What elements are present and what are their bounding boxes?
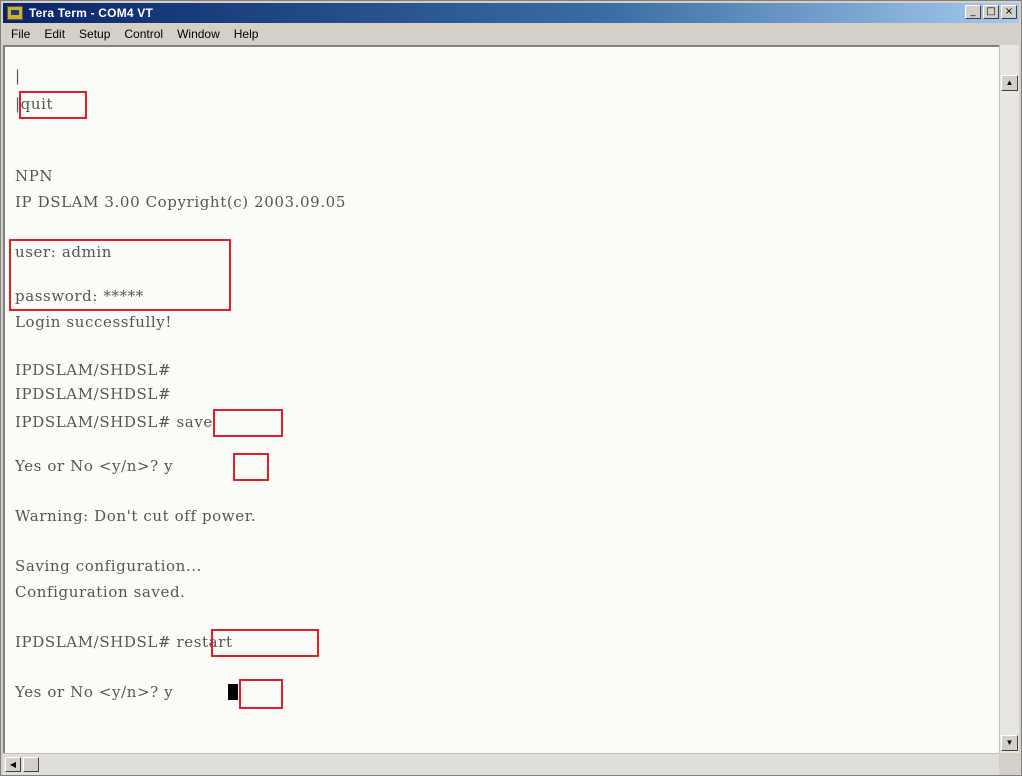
highlight-restart bbox=[211, 629, 319, 657]
menu-setup[interactable]: Setup bbox=[79, 27, 110, 41]
menu-edit[interactable]: Edit bbox=[44, 27, 65, 41]
highlight-quit bbox=[19, 91, 87, 119]
terminal-line: IPDSLAM/SHDSL# restart bbox=[15, 633, 233, 651]
terminal-line: Yes or No <y/n>? y bbox=[15, 457, 174, 475]
terminal-line: | bbox=[15, 67, 21, 85]
title-bar[interactable]: Tera Term - COM4 VT _ □ × bbox=[3, 3, 1019, 23]
text-cursor bbox=[228, 684, 238, 700]
maximize-button[interactable]: □ bbox=[983, 5, 999, 19]
menu-help[interactable]: Help bbox=[234, 27, 259, 41]
vertical-scrollbar[interactable]: ▲ ▼ bbox=[999, 45, 1019, 753]
terminal-line: NPN bbox=[15, 167, 54, 185]
menu-file[interactable]: File bbox=[11, 27, 30, 41]
arrow-up-icon[interactable]: ▲ bbox=[1001, 75, 1018, 91]
menu-window[interactable]: Window bbox=[177, 27, 220, 41]
arrow-down-icon[interactable]: ▼ bbox=[1001, 735, 1018, 751]
highlight-confirm-restart bbox=[239, 679, 283, 709]
terminal-line: IPDSLAM/SHDSL# bbox=[15, 385, 172, 403]
highlight-save bbox=[213, 409, 283, 437]
scroll-thumb[interactable] bbox=[23, 757, 39, 772]
terminal-line: IP DSLAM 3.00 Copyright(c) 2003.09.05 bbox=[15, 193, 346, 211]
tera-term-icon[interactable] bbox=[7, 6, 23, 20]
terminal-line: Yes or No <y/n>? y bbox=[15, 683, 174, 701]
highlight-credentials bbox=[9, 239, 231, 311]
minimize-button[interactable]: _ bbox=[965, 5, 981, 19]
arrow-left-icon[interactable]: ◀ bbox=[5, 757, 21, 772]
menu-bar: File Edit Setup Control Window Help bbox=[3, 24, 1019, 43]
terminal-output[interactable]: | |quit NPN IP DSLAM 3.00 Copyright(c) 2… bbox=[3, 45, 999, 753]
terminal-line: Configuration saved. bbox=[15, 583, 186, 601]
close-button[interactable]: × bbox=[1001, 5, 1017, 19]
horizontal-scrollbar[interactable]: ◀ bbox=[3, 753, 999, 775]
highlight-confirm-save bbox=[233, 453, 269, 481]
window-controls: _ □ × bbox=[965, 5, 1017, 19]
terminal-line: Warning: Don't cut off power. bbox=[15, 507, 257, 525]
terminal-line: IPDSLAM/SHDSL# save bbox=[15, 413, 213, 431]
resize-grip[interactable] bbox=[999, 753, 1019, 775]
terminal-window: Tera Term - COM4 VT _ □ × File Edit Setu… bbox=[0, 0, 1022, 776]
terminal-line: IPDSLAM/SHDSL# bbox=[15, 361, 172, 379]
window-title: Tera Term - COM4 VT bbox=[29, 6, 154, 20]
terminal-line: Login successfully! bbox=[15, 313, 172, 331]
terminal-line: Saving configuration... bbox=[15, 557, 202, 575]
menu-control[interactable]: Control bbox=[124, 27, 163, 41]
